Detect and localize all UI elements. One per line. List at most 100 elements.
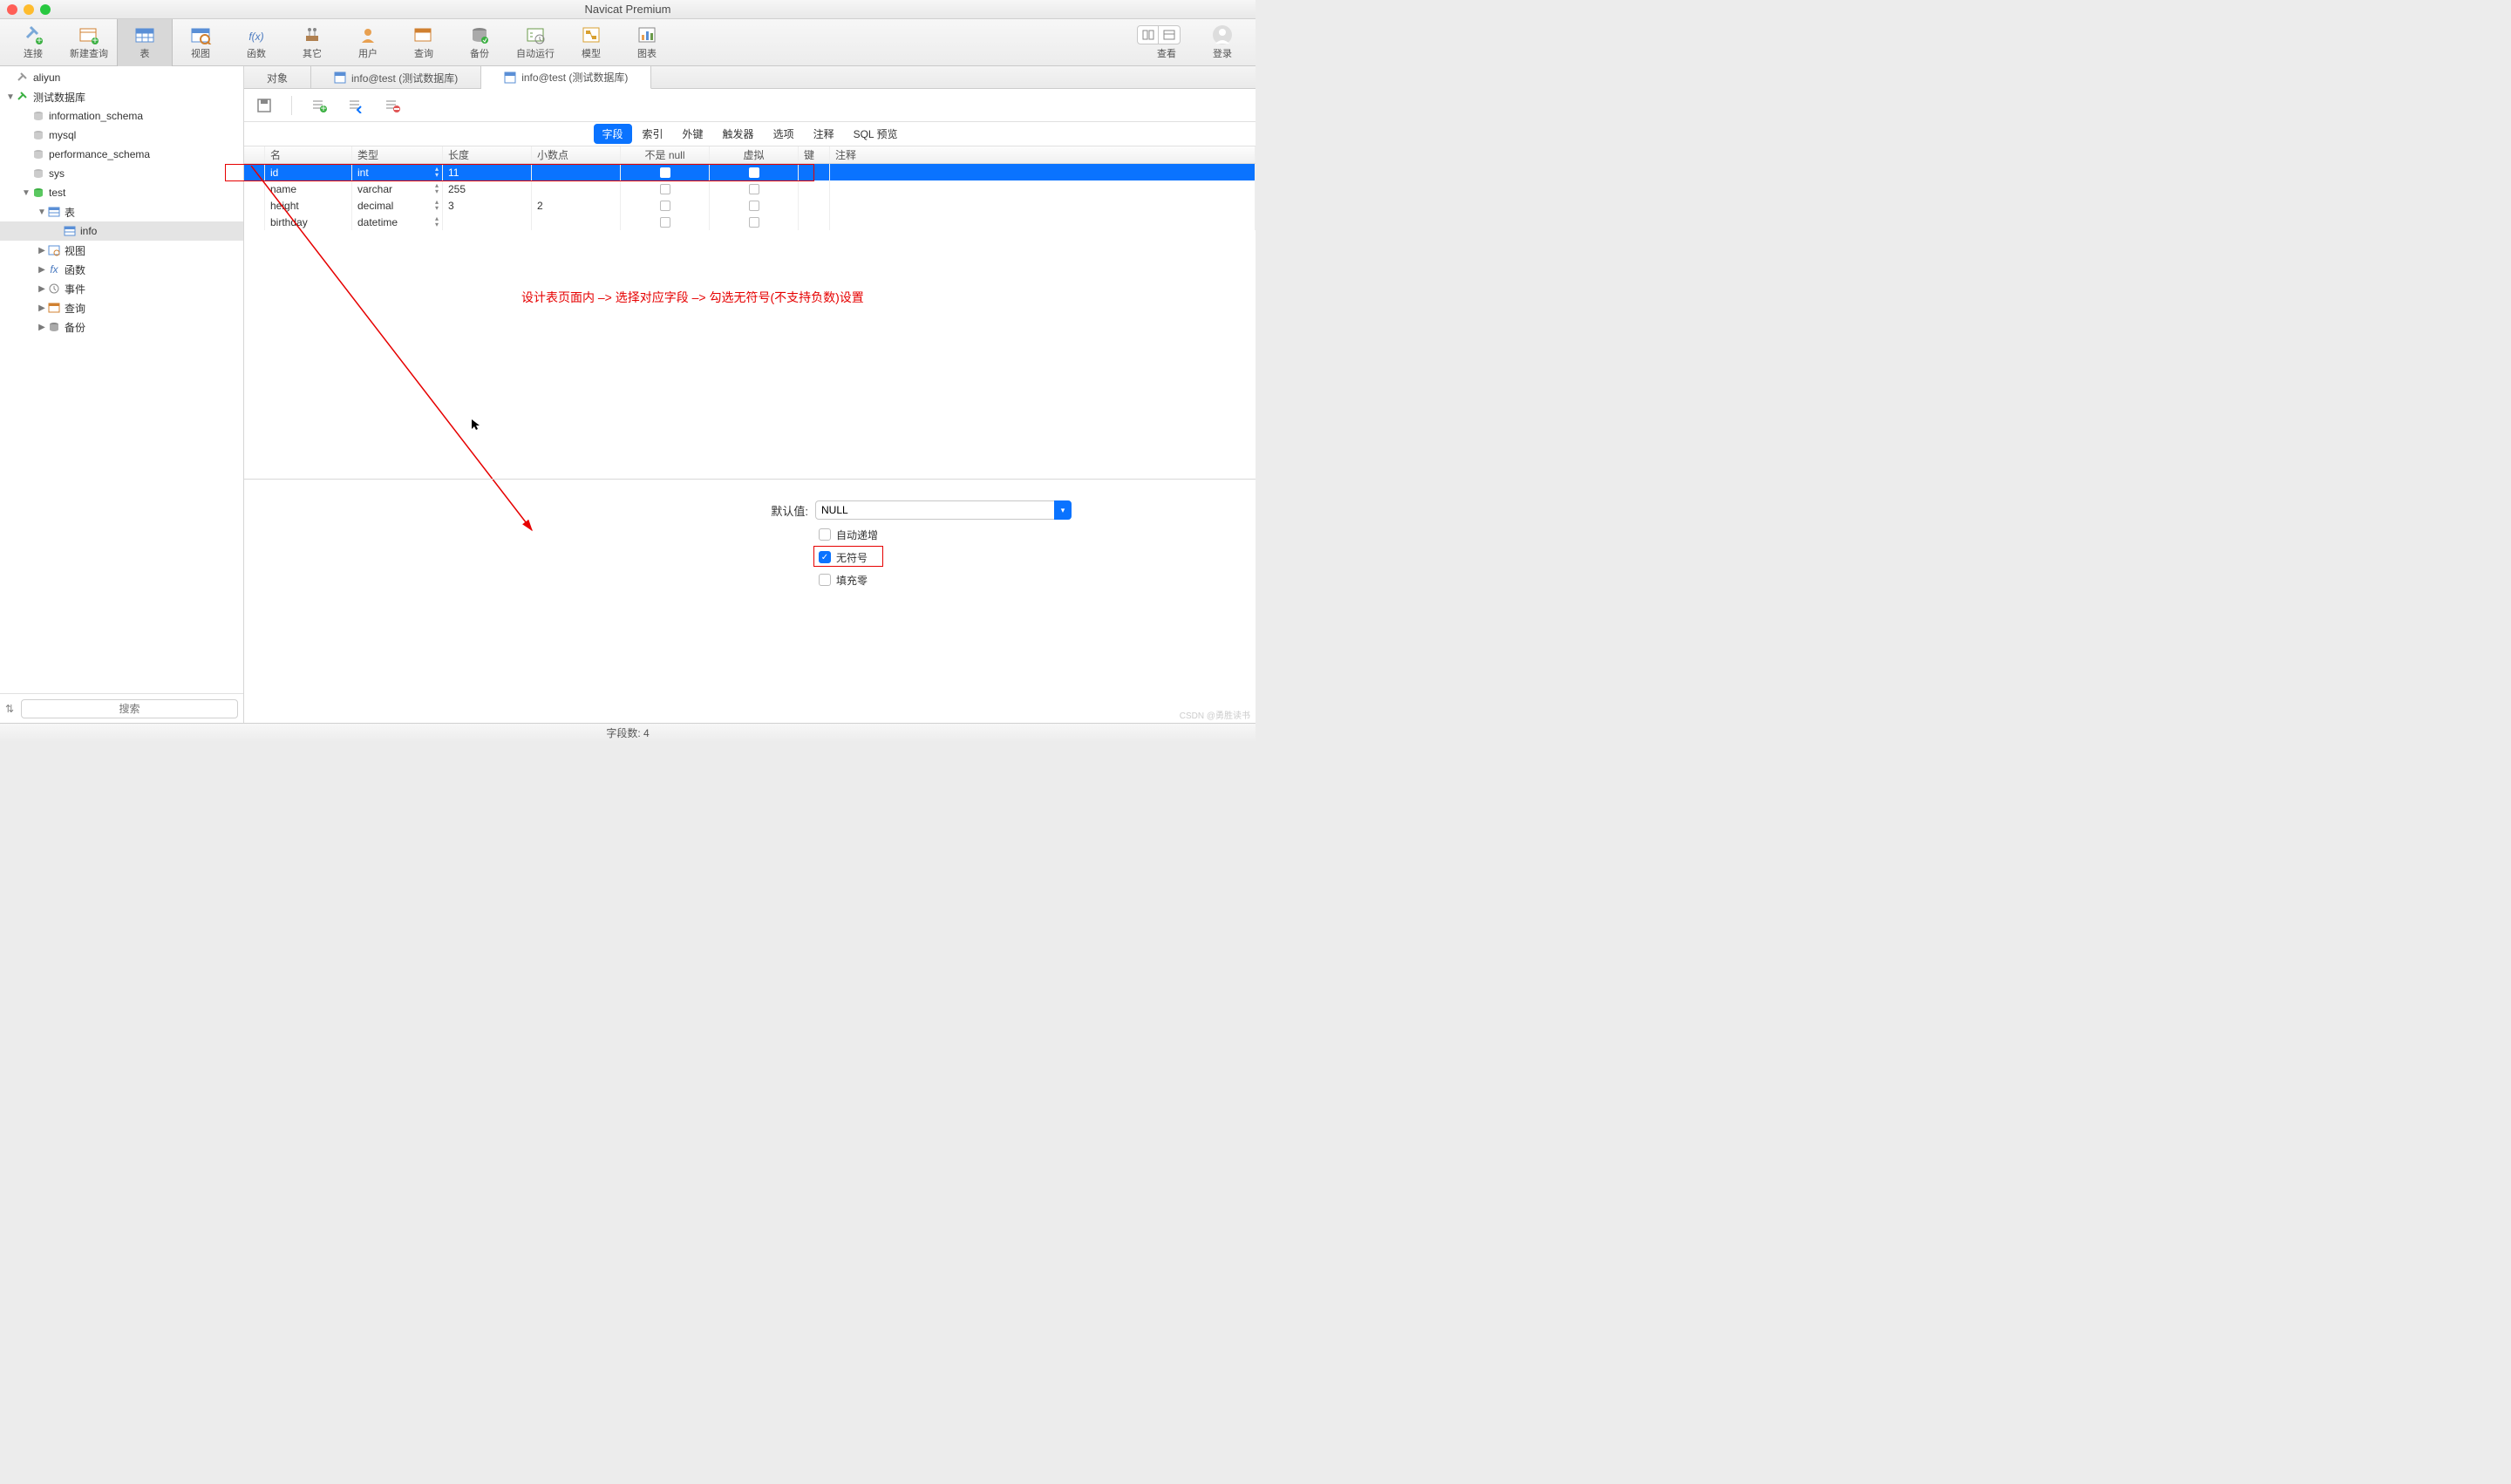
tree-node[interactable]: mysql bbox=[0, 126, 243, 145]
toolbar-table-button[interactable]: 表 bbox=[117, 19, 173, 66]
subtab[interactable]: 索引 bbox=[634, 124, 672, 144]
field-row[interactable]: idint▴▾11 bbox=[244, 164, 1256, 180]
toolbar-connect-button[interactable]: +连接 bbox=[5, 19, 61, 66]
field-decimal-cell[interactable] bbox=[532, 180, 621, 197]
sort-icon[interactable]: ⇅ bbox=[5, 703, 14, 715]
view-detail-icon[interactable] bbox=[1159, 26, 1180, 44]
unsigned-row[interactable]: ✓ 无符号 bbox=[244, 546, 1256, 568]
tree-node[interactable]: ▶备份 bbox=[0, 317, 243, 337]
tree-node[interactable]: info bbox=[0, 221, 243, 241]
notnull-checkbox[interactable] bbox=[660, 201, 670, 211]
key-cell[interactable] bbox=[799, 180, 830, 197]
field-type-cell[interactable]: decimal▴▾ bbox=[352, 197, 443, 214]
toolbar-model-button[interactable]: 模型 bbox=[563, 19, 619, 66]
subtab[interactable]: 选项 bbox=[765, 124, 803, 144]
zerofill-row[interactable]: 填充零 bbox=[244, 568, 1256, 591]
virtual-checkbox[interactable] bbox=[749, 217, 759, 228]
tree-node[interactable]: ▼表 bbox=[0, 202, 243, 221]
column-header[interactable]: 名 bbox=[265, 146, 352, 163]
toolbar-other-button[interactable]: 其它 bbox=[284, 19, 340, 66]
virtual-checkbox[interactable] bbox=[749, 184, 759, 194]
disclosure-triangle-icon[interactable]: ▶ bbox=[37, 246, 47, 255]
field-name-cell[interactable]: id bbox=[265, 164, 352, 180]
virtual-checkbox[interactable] bbox=[749, 167, 759, 178]
column-header[interactable]: 长度 bbox=[443, 146, 532, 163]
key-cell[interactable] bbox=[799, 197, 830, 214]
toolbar-function-button[interactable]: f(x)函数 bbox=[228, 19, 284, 66]
comment-cell[interactable] bbox=[830, 214, 1256, 230]
field-length-cell[interactable]: 11 bbox=[443, 164, 532, 180]
view-mode-segment[interactable] bbox=[1137, 25, 1181, 44]
column-header[interactable]: 小数点 bbox=[532, 146, 621, 163]
key-cell[interactable] bbox=[799, 214, 830, 230]
disclosure-triangle-icon[interactable]: ▶ bbox=[37, 265, 47, 275]
document-tab[interactable]: info@test (测试数据库) bbox=[311, 66, 481, 89]
field-type-cell[interactable]: datetime▴▾ bbox=[352, 214, 443, 230]
subtab[interactable]: 字段 bbox=[594, 124, 632, 144]
auto-increment-row[interactable]: 自动递增 bbox=[244, 523, 1256, 546]
stepper-icon[interactable]: ▴▾ bbox=[435, 215, 439, 228]
toolbar-view-button[interactable]: 视图 bbox=[173, 19, 228, 66]
toolbar-user-button[interactable]: 用户 bbox=[340, 19, 396, 66]
disclosure-triangle-icon[interactable]: ▼ bbox=[5, 92, 16, 102]
virtual-checkbox[interactable] bbox=[749, 201, 759, 211]
disclosure-triangle-icon[interactable]: ▶ bbox=[37, 303, 47, 313]
subtab[interactable]: 触发器 bbox=[714, 124, 763, 144]
toolbar-new-query-button[interactable]: +新建查询 bbox=[61, 19, 117, 66]
tree-node[interactable]: ▼test bbox=[0, 183, 243, 202]
document-tab[interactable]: info@test (测试数据库) bbox=[481, 66, 651, 89]
field-length-cell[interactable]: 255 bbox=[443, 180, 532, 197]
field-length-cell[interactable] bbox=[443, 214, 532, 230]
comment-cell[interactable] bbox=[830, 180, 1256, 197]
subtab[interactable]: 外键 bbox=[674, 124, 712, 144]
tree-node[interactable]: information_schema bbox=[0, 106, 243, 126]
comment-cell[interactable] bbox=[830, 197, 1256, 214]
subtab[interactable]: SQL 预览 bbox=[845, 124, 907, 144]
toolbar-query-button[interactable]: 查询 bbox=[396, 19, 452, 66]
field-row[interactable]: birthdaydatetime▴▾ bbox=[244, 214, 1256, 230]
connection-tree[interactable]: aliyun▼测试数据库information_schemamysqlperfo… bbox=[0, 66, 243, 693]
toolbar-backup-button[interactable]: 备份 bbox=[452, 19, 507, 66]
field-name-cell[interactable]: birthday bbox=[265, 214, 352, 230]
stepper-icon[interactable]: ▴▾ bbox=[435, 166, 439, 178]
zerofill-checkbox[interactable] bbox=[819, 574, 831, 586]
grid-body[interactable]: idint▴▾11namevarchar▴▾255heightdecimal▴▾… bbox=[244, 164, 1256, 230]
field-row[interactable]: namevarchar▴▾255 bbox=[244, 180, 1256, 197]
column-header[interactable]: 虚拟 bbox=[710, 146, 799, 163]
field-length-cell[interactable]: 3 bbox=[443, 197, 532, 214]
toolbar-automation-button[interactable]: 自动运行 bbox=[507, 19, 563, 66]
stepper-icon[interactable]: ▴▾ bbox=[435, 199, 439, 211]
column-header[interactable]: 注释 bbox=[830, 146, 1256, 163]
default-value-select[interactable]: NULL bbox=[815, 500, 1072, 520]
document-tab[interactable]: 对象 bbox=[244, 66, 311, 89]
disclosure-triangle-icon[interactable]: ▼ bbox=[21, 188, 31, 198]
sidebar-search-input[interactable] bbox=[21, 699, 238, 718]
save-icon[interactable] bbox=[255, 96, 274, 115]
notnull-checkbox[interactable] bbox=[660, 217, 670, 228]
field-type-cell[interactable]: varchar▴▾ bbox=[352, 180, 443, 197]
toolbar-chart-button[interactable]: 图表 bbox=[619, 19, 675, 66]
dropdown-arrow-icon[interactable]: ▾ bbox=[1054, 500, 1072, 520]
column-header[interactable] bbox=[244, 146, 265, 163]
auto-increment-checkbox[interactable] bbox=[819, 528, 831, 541]
delete-field-icon[interactable] bbox=[383, 96, 402, 115]
tree-node[interactable]: ▶视图 bbox=[0, 241, 243, 260]
column-header[interactable]: 键 bbox=[799, 146, 830, 163]
tree-node[interactable]: ▶fx函数 bbox=[0, 260, 243, 279]
tree-node[interactable]: sys bbox=[0, 164, 243, 183]
disclosure-triangle-icon[interactable]: ▶ bbox=[37, 323, 47, 332]
disclosure-triangle-icon[interactable]: ▶ bbox=[37, 284, 47, 294]
tree-node[interactable]: ▼测试数据库 bbox=[0, 87, 243, 106]
tree-node[interactable]: aliyun bbox=[0, 68, 243, 87]
unsigned-checkbox[interactable]: ✓ bbox=[819, 551, 831, 563]
field-decimal-cell[interactable]: 2 bbox=[532, 197, 621, 214]
tree-node[interactable]: ▶事件 bbox=[0, 279, 243, 298]
tree-node[interactable]: ▶查询 bbox=[0, 298, 243, 317]
field-type-cell[interactable]: int▴▾ bbox=[352, 164, 443, 180]
tree-node[interactable]: performance_schema bbox=[0, 145, 243, 164]
field-name-cell[interactable]: height bbox=[265, 197, 352, 214]
add-field-icon[interactable]: + bbox=[310, 96, 329, 115]
key-cell[interactable] bbox=[799, 164, 830, 180]
field-decimal-cell[interactable] bbox=[532, 164, 621, 180]
column-header[interactable]: 类型 bbox=[352, 146, 443, 163]
